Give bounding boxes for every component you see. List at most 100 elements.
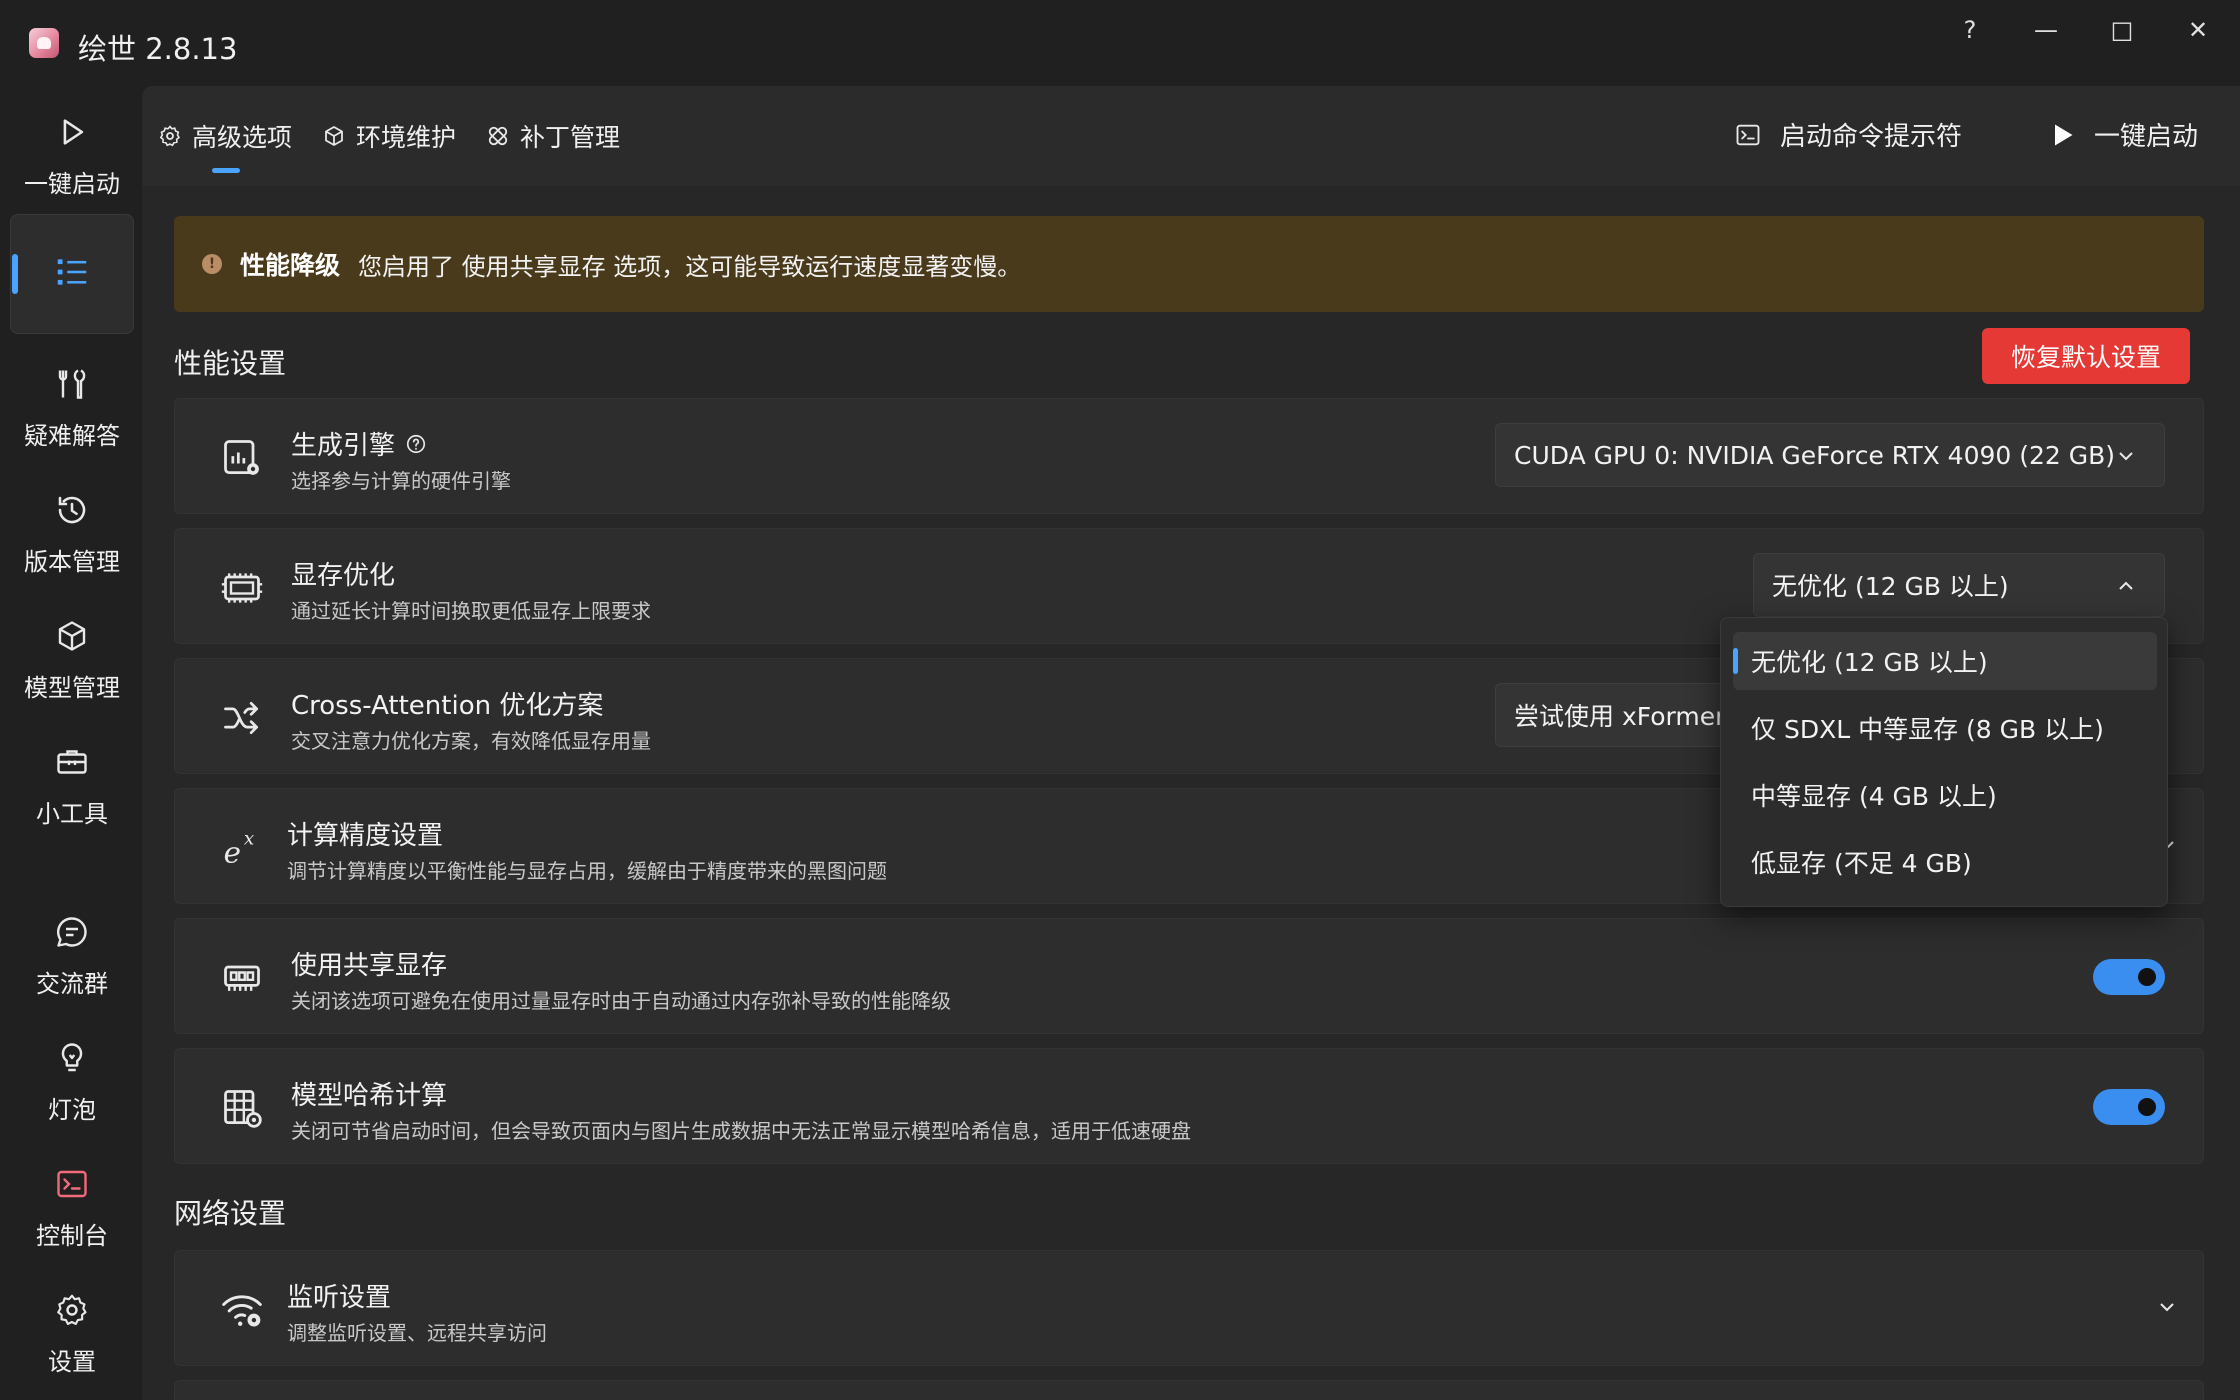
sidebar-item-tools[interactable]: 小工具 [10, 742, 134, 829]
vram-option[interactable]: 仅 SDXL 中等显存 (8 GB 以上) [1733, 699, 2157, 757]
warning-text: 您启用了 使用共享显存 选项，这可能导致运行速度显著变慢。 [358, 252, 1022, 281]
tab-environment[interactable]: 环境维护 [322, 118, 456, 154]
app-logo [29, 28, 59, 58]
cross-attention-select-value: 尝试使用 xFormers [1514, 702, 1739, 731]
engine-icon [219, 435, 265, 481]
svg-text:x: x [244, 828, 255, 849]
play-icon [2055, 124, 2073, 145]
tab-bar: 高级选项 环境维护 补丁管理 启动命令提示符 一键启动 [142, 86, 2240, 186]
sidebar-item-label: 交流群 [36, 970, 108, 998]
sidebar-item-advanced[interactable] [10, 252, 134, 292]
sidebar-item-launch[interactable]: 一键启动 [10, 112, 134, 199]
help-circle-icon[interactable] [405, 433, 427, 455]
wrench-icon [52, 364, 92, 404]
chevron-down-icon[interactable] [2155, 1295, 2179, 1319]
box-icon [325, 126, 343, 146]
toolbox-icon [52, 742, 92, 782]
warning-title: 性能降级 [240, 251, 341, 280]
reset-defaults-button[interactable]: 恢复默认设置 [1982, 328, 2190, 384]
listen-subtitle: 调整监听设置、远程共享访问 [287, 1321, 547, 1345]
maximize-button[interactable]: □ [2092, 10, 2152, 50]
gpu-memory-icon [219, 955, 265, 1001]
precision-title: 计算精度设置 [287, 821, 444, 851]
console-icon [52, 1164, 92, 1204]
engine-select[interactable]: CUDA GPU 0: NVIDIA GeForce RTX 4090 (22 … [1495, 423, 2165, 487]
tab-patches[interactable]: 补丁管理 [486, 118, 620, 154]
vram-option[interactable]: 低显存 (不足 4 GB) [1733, 833, 2157, 891]
shared-vram-toggle[interactable] [2093, 959, 2165, 995]
vram-option[interactable]: 无优化 (12 GB 以上) [1733, 632, 2157, 690]
shared-vram-subtitle: 关闭该选项可避免在使用过量显存时由于自动通过内存弥补导致的性能降级 [291, 989, 951, 1013]
minimize-button[interactable]: — [2016, 10, 2076, 50]
shared-vram-setting-card: 使用共享显存 关闭该选项可避免在使用过量显存时由于自动通过内存弥补导致的性能降级 [174, 918, 2204, 1034]
vram-select-value: 无优化 (12 GB 以上) [1772, 572, 2009, 601]
terminal-icon [1736, 124, 1760, 145]
performance-warning-banner: ! 性能降级 您启用了 使用共享显存 选项，这可能导致运行速度显著变慢。 [174, 216, 2204, 312]
model-hash-toggle[interactable] [2093, 1089, 2165, 1125]
engine-subtitle: 选择参与计算的硬件引擎 [291, 469, 511, 493]
chevron-down-icon [2119, 452, 2133, 461]
cube-icon [52, 616, 92, 656]
vram-subtitle: 通过延长计算时间换取更低显存上限要求 [291, 599, 651, 623]
history-icon [52, 490, 92, 530]
table-settings-icon [219, 1085, 265, 1131]
sidebar: 一键启动 疑难解答 版本管理 模型管理 小工具 交流群 灯泡 控制台 设置 [0, 86, 140, 1400]
model-hash-title: 模型哈希计算 [291, 1081, 448, 1111]
network-section-title: 网络设置 [174, 1197, 287, 1230]
sidebar-item-troubleshoot[interactable]: 疑难解答 [10, 364, 134, 451]
open-cmd-label: 启动命令提示符 [1780, 122, 1963, 152]
tab-advanced[interactable]: 高级选项 [158, 118, 292, 154]
engine-title: 生成引擎 [291, 425, 427, 462]
gear-icon [159, 125, 181, 147]
bulb-icon [52, 1038, 92, 1078]
sidebar-item-label: 灯泡 [48, 1096, 96, 1124]
performance-section-title: 性能设置 [174, 347, 287, 380]
sidebar-item-models[interactable]: 模型管理 [10, 616, 134, 703]
engine-title-text: 生成引擎 [291, 431, 396, 461]
sidebar-item-bulb[interactable]: 灯泡 [10, 1038, 134, 1125]
gear-icon [52, 1290, 92, 1330]
open-cmd-button[interactable]: 启动命令提示符 [1734, 116, 1962, 153]
one-click-launch-button[interactable]: 一键启动 [2048, 116, 2198, 153]
listen-setting-card[interactable]: 监听设置 调整监听设置、远程共享访问 [174, 1250, 2204, 1366]
sidebar-item-label: 模型管理 [24, 674, 120, 702]
help-button[interactable]: ? [1940, 10, 2000, 50]
vram-title: 显存优化 [291, 561, 396, 591]
sidebar-item-versions[interactable]: 版本管理 [10, 490, 134, 577]
sidebar-item-community[interactable]: 交流群 [10, 912, 134, 999]
tab-label: 环境维护 [356, 123, 457, 152]
close-button[interactable]: ✕ [2168, 10, 2228, 50]
sidebar-item-label: 疑难解答 [24, 422, 120, 450]
vram-select[interactable]: 无优化 (12 GB 以上) [1753, 553, 2165, 617]
shuffle-icon [219, 695, 265, 741]
warning-icon: ! [202, 254, 222, 274]
sidebar-item-settings[interactable]: 设置 [10, 1290, 134, 1377]
one-click-launch-label: 一键启动 [2094, 122, 2199, 152]
sidebar-item-label: 小工具 [36, 800, 108, 828]
tab-label: 高级选项 [192, 123, 293, 152]
title-bar: 绘世 2.8.13 ? — □ ✕ [0, 0, 2240, 86]
model-hash-setting-card: 模型哈希计算 关闭可节省启动时间，但会导致页面内与图片生成数据中无法正常显示模型… [174, 1048, 2204, 1164]
shared-vram-title: 使用共享显存 [291, 951, 448, 981]
exponent-icon: ex [219, 825, 265, 871]
engine-setting-card: 生成引擎 选择参与计算的硬件引擎 CUDA GPU 0: NVIDIA GeFo… [174, 398, 2204, 514]
sidebar-item-label: 控制台 [36, 1222, 108, 1250]
svg-text:e: e [224, 836, 241, 870]
play-icon [52, 112, 92, 152]
engine-select-value: CUDA GPU 0: NVIDIA GeForce RTX 4090 (22 … [1514, 440, 2116, 470]
chevron-up-icon [2119, 581, 2133, 590]
precision-subtitle: 调节计算精度以平衡性能与显存占用，缓解由于精度带来的黑图问题 [287, 859, 887, 883]
memory-icon [219, 565, 265, 611]
next-setting-card [174, 1380, 2204, 1400]
vram-option[interactable]: 中等显存 (4 GB 以上) [1733, 766, 2157, 824]
tab-label: 补丁管理 [520, 123, 621, 152]
model-hash-subtitle: 关闭可节省启动时间，但会导致页面内与图片生成数据中无法正常显示模型哈希信息，适用… [291, 1119, 1191, 1143]
cross-attention-title: Cross-Attention 优化方案 [291, 691, 604, 721]
sidebar-item-label: 版本管理 [24, 548, 120, 576]
chat-icon [52, 912, 92, 952]
cross-attention-subtitle: 交叉注意力优化方案，有效降低显存用量 [291, 729, 651, 753]
tab-active-underline [212, 168, 240, 173]
sidebar-item-console[interactable]: 控制台 [10, 1164, 134, 1251]
app-title: 绘世 2.8.13 [78, 32, 238, 66]
list-icon [52, 252, 92, 292]
